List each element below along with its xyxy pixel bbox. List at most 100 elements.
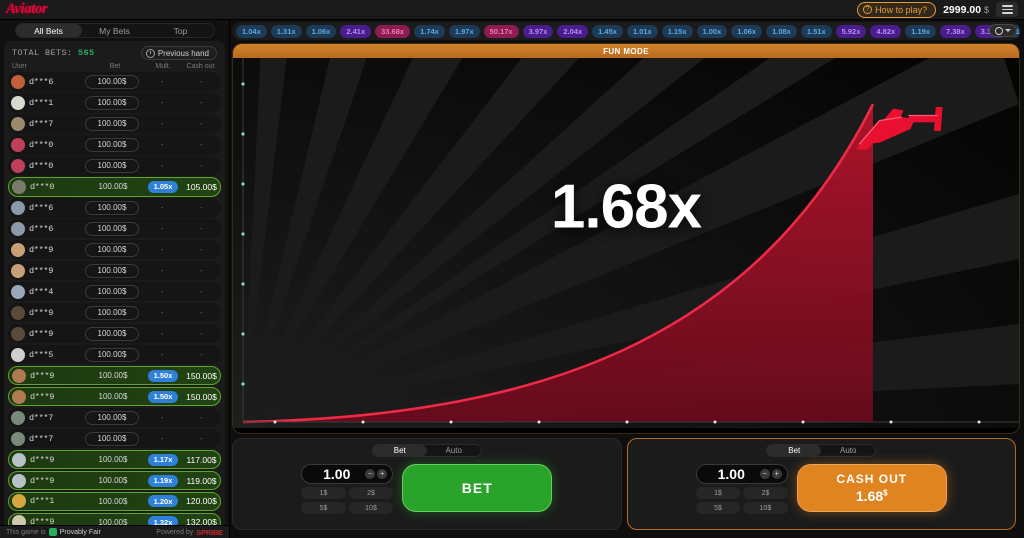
tab-all-bets[interactable]: All Bets	[15, 24, 82, 37]
bet-multiplier: -	[160, 434, 164, 444]
bet-quick-1[interactable]: 1$	[301, 487, 346, 499]
previous-hand-button[interactable]: Previous hand	[140, 46, 217, 60]
cashout-stake-input[interactable]: 1.00 − +	[695, 464, 788, 484]
bet-user: d***9	[30, 517, 55, 525]
minus-icon[interactable]: −	[759, 469, 770, 479]
avatar	[11, 431, 25, 446]
history-chip[interactable]: 1.06x	[305, 24, 337, 38]
plus-icon[interactable]: +	[771, 469, 782, 479]
avatar	[12, 452, 26, 467]
spribe-logo: SPRIBE	[196, 527, 223, 537]
bet-cashout: 150.00$	[186, 370, 217, 381]
history-chip[interactable]: 1.97x	[448, 24, 480, 38]
plus-icon[interactable]: +	[377, 469, 388, 479]
history-chip[interactable]: 4.82x	[870, 24, 902, 38]
question-mark-icon: ?	[863, 5, 873, 14]
bet-amount: 100.00$	[98, 455, 128, 465]
cashout-quick-2[interactable]: 2$	[743, 487, 788, 499]
bet-amount: 100.00$	[85, 158, 139, 173]
table-row[interactable]: d***9 100.00$ - -	[8, 302, 221, 323]
bet-amount: 100.00$	[85, 137, 139, 152]
tab-top[interactable]: Top	[148, 24, 214, 37]
table-row[interactable]: d***4 100.00$ - -	[8, 281, 221, 302]
game-main: 1.04x 1.31x 1.06x 2.41x 33.68x 1.74x 1.97x 50.1…	[230, 20, 1024, 538]
bet-user: d***1	[29, 97, 54, 108]
bet-stake-input[interactable]: 1.00 − +	[301, 464, 394, 484]
history-chip[interactable]: 7.38x	[939, 24, 971, 38]
bet-quick-5[interactable]: 5$	[301, 502, 346, 514]
table-row[interactable]: d***9 100.00$ 1.50x 150.00$	[8, 365, 221, 386]
how-to-play-button[interactable]: ? How to play?	[857, 1, 937, 18]
table-row[interactable]: d***9 100.00$ 1.17x 117.00$	[8, 449, 221, 470]
cashout-quick-1[interactable]: 1$	[695, 487, 741, 499]
table-row[interactable]: d***0 100.00$ - -	[8, 134, 221, 155]
tab-my-bets[interactable]: My Bets	[82, 24, 148, 37]
table-row[interactable]: d***0 100.00$ 1.05x 105.00$	[8, 176, 221, 197]
bets-list[interactable]: d***6 100.00$ - - d***1 100.00$ - - d***7 100.00$…	[8, 72, 221, 525]
history-dropdown-icon[interactable]	[989, 24, 1017, 37]
bet-quick-2[interactable]: 2$	[348, 487, 394, 499]
history-chip[interactable]: 1.31x	[270, 24, 302, 38]
history-chip[interactable]: 5.92x	[835, 24, 867, 38]
table-row[interactable]: d***9 100.00$ 1.19x 119.00$	[8, 470, 221, 491]
history-chip[interactable]: 50.17x	[483, 24, 519, 38]
table-row[interactable]: d***6 100.00$ - -	[8, 197, 221, 218]
bet-amount: 100.00$	[85, 221, 139, 236]
bet-user: d***7	[29, 433, 54, 444]
history-chip[interactable]: 2.41x	[340, 24, 372, 38]
history-chip[interactable]: 1.19x	[905, 24, 936, 38]
bet-panel-tab-auto[interactable]: Auto	[427, 445, 481, 456]
cashout-panel-tab-bet[interactable]: Bet	[767, 445, 822, 456]
table-row[interactable]: d***9 100.00$ 1.50x 150.00$	[8, 386, 221, 407]
history-chip[interactable]: 33.68x	[375, 24, 411, 38]
powered-by-group: Powered by SPRIBE	[156, 528, 223, 537]
cashout-quick-5[interactable]: 5$	[695, 502, 741, 514]
history-chip[interactable]: 1.08x	[766, 24, 797, 38]
bet-panel-tab-bet[interactable]: Bet	[372, 445, 427, 456]
hamburger-menu-icon[interactable]	[996, 2, 1018, 17]
bet-user: d***9	[29, 328, 54, 339]
bet-user: d***9	[29, 265, 54, 276]
table-row[interactable]: d***0 100.00$ - -	[8, 155, 221, 176]
avatar	[12, 368, 26, 383]
history-chip[interactable]: 3.97x	[522, 24, 554, 38]
bet-button[interactable]: BET	[402, 464, 553, 512]
history-chip[interactable]: 1.00x	[696, 24, 728, 38]
avatar	[11, 410, 25, 425]
bet-amount: 100.00$	[85, 116, 139, 131]
bet-multiplier: -	[160, 224, 164, 234]
cashout-panel-tab-auto[interactable]: Auto	[821, 445, 875, 456]
table-row[interactable]: d***1 100.00$ 1.20x 120.00$	[8, 491, 221, 512]
avatar	[11, 221, 25, 236]
bet-quick-10[interactable]: 10$	[348, 502, 394, 514]
table-row[interactable]: d***9 100.00$ 1.32x 132.00$	[8, 512, 221, 525]
table-row[interactable]: d***6 100.00$ - -	[8, 72, 221, 92]
history-chip[interactable]: 1.15x	[661, 24, 693, 38]
round-history-bar[interactable]: 1.04x 1.31x 1.06x 2.41x 33.68x 1.74x 1.97x 50.1…	[232, 22, 1020, 40]
table-row[interactable]: d***9 100.00$ - -	[8, 239, 221, 260]
history-clock-icon	[145, 48, 155, 58]
table-row[interactable]: d***5 100.00$ - -	[8, 344, 221, 365]
history-chip[interactable]: 1.45x	[592, 24, 623, 38]
cashout-stake-steppers: − +	[759, 469, 782, 479]
provably-fair-group[interactable]: This game is Provably Fair	[6, 528, 101, 536]
cashout-quick-10[interactable]: 10$	[743, 502, 788, 514]
history-chip[interactable]: 1.04x	[236, 24, 267, 38]
table-row[interactable]: d***7 100.00$ - -	[8, 428, 221, 449]
history-chip[interactable]: 1.01x	[626, 24, 658, 38]
table-row[interactable]: d***1 100.00$ - -	[8, 92, 221, 113]
table-row[interactable]: d***7 100.00$ - -	[8, 407, 221, 428]
cash-out-button[interactable]: CASH OUT 1.68$	[796, 464, 947, 512]
history-chip[interactable]: 1.06x	[731, 24, 763, 38]
table-row[interactable]: d***9 100.00$ - -	[8, 260, 221, 281]
history-chip[interactable]: 2.04x	[557, 24, 589, 38]
history-chip[interactable]: 1.51x	[800, 24, 832, 38]
bet-user: d***6	[29, 202, 54, 213]
table-row[interactable]: d***7 100.00$ - -	[8, 113, 221, 134]
table-row[interactable]: d***6 100.00$ - -	[8, 218, 221, 239]
bet-amount: 100.00$	[85, 200, 139, 215]
minus-icon[interactable]: −	[365, 469, 376, 479]
table-row[interactable]: d***9 100.00$ - -	[8, 323, 221, 344]
history-chip[interactable]: 1.74x	[414, 24, 445, 38]
cash-out-currency: $	[883, 488, 888, 498]
